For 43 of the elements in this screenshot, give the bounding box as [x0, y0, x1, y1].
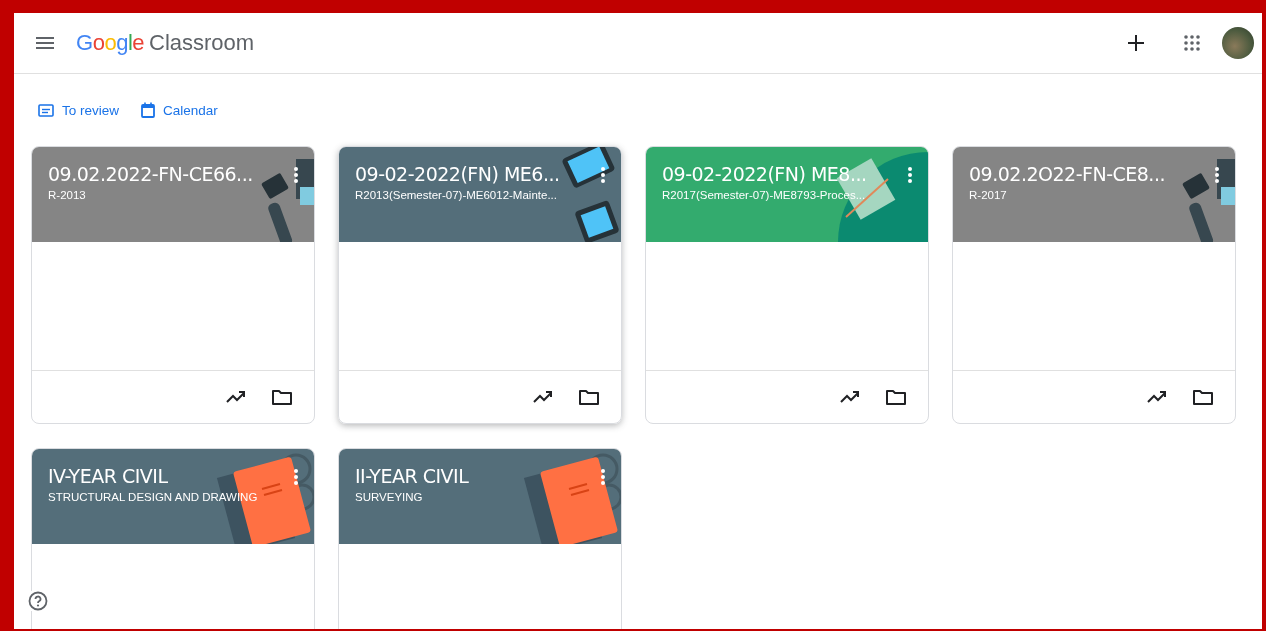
class-title[interactable]: 09-02-2022(FN) ME6...: [355, 163, 560, 185]
calendar-icon: [141, 102, 156, 118]
folder-icon: [886, 389, 906, 405]
avatar-photo-placeholder[interactable]: [1222, 27, 1254, 59]
trending-up-icon: [1147, 391, 1167, 403]
more-icon: [1215, 167, 1219, 183]
class-section: SURVEYING: [355, 491, 423, 503]
folder-icon: [579, 389, 599, 405]
apps-grid-icon: [1184, 35, 1200, 51]
nav-link[interactable]: Calendar: [141, 102, 218, 118]
app-logo: Google Classroom: [76, 30, 255, 56]
more-icon: [601, 167, 605, 183]
more-icon: [294, 167, 298, 183]
class-card[interactable]: 09-02-2022(FN) ME6... R2013(Semester-07)-ME6012-Mainte...: [338, 146, 622, 424]
more-options-button[interactable]: [599, 165, 607, 185]
class-section: R2013(Semester-07)-ME6012-Mainte...: [355, 189, 557, 201]
class-card[interactable]: 09.02.2O22-FN-CE8... R-2017: [952, 146, 1236, 424]
more-icon: [601, 469, 605, 485]
class-title[interactable]: II-YEAR CIVIL: [355, 465, 469, 487]
plus-icon: [1128, 35, 1144, 51]
folder-list-icon: [38, 103, 54, 117]
more-options-button[interactable]: [599, 467, 607, 487]
more-icon: [294, 469, 298, 485]
trending-up-icon: [226, 391, 246, 403]
class-title[interactable]: IV-YEAR CIVIL: [48, 465, 168, 487]
class-title[interactable]: 09.02.2O22-FN-CE8...: [969, 163, 1165, 185]
trending-up-icon: [533, 391, 553, 403]
more-options-button[interactable]: [1213, 165, 1221, 185]
more-options-button[interactable]: [292, 165, 300, 185]
nav-link[interactable]: To review: [38, 102, 120, 118]
more-icon: [908, 167, 912, 183]
folder-icon: [272, 389, 292, 405]
menu-icon: [36, 37, 54, 49]
class-section: R-2013: [48, 189, 86, 201]
help-button[interactable]: [28, 591, 48, 611]
class-title[interactable]: 09.02.2022-FN-CE66...: [48, 163, 253, 185]
class-card[interactable]: 09.02.2022-FN-CE66... R-2013: [31, 146, 315, 424]
class-section: R-2017: [969, 189, 1007, 201]
more-options-button[interactable]: [292, 467, 300, 487]
help-icon: [28, 591, 48, 611]
folder-icon: [1193, 389, 1213, 405]
trending-up-icon: [840, 391, 860, 403]
class-card[interactable]: II-YEAR CIVIL SURVEYING: [338, 448, 622, 629]
